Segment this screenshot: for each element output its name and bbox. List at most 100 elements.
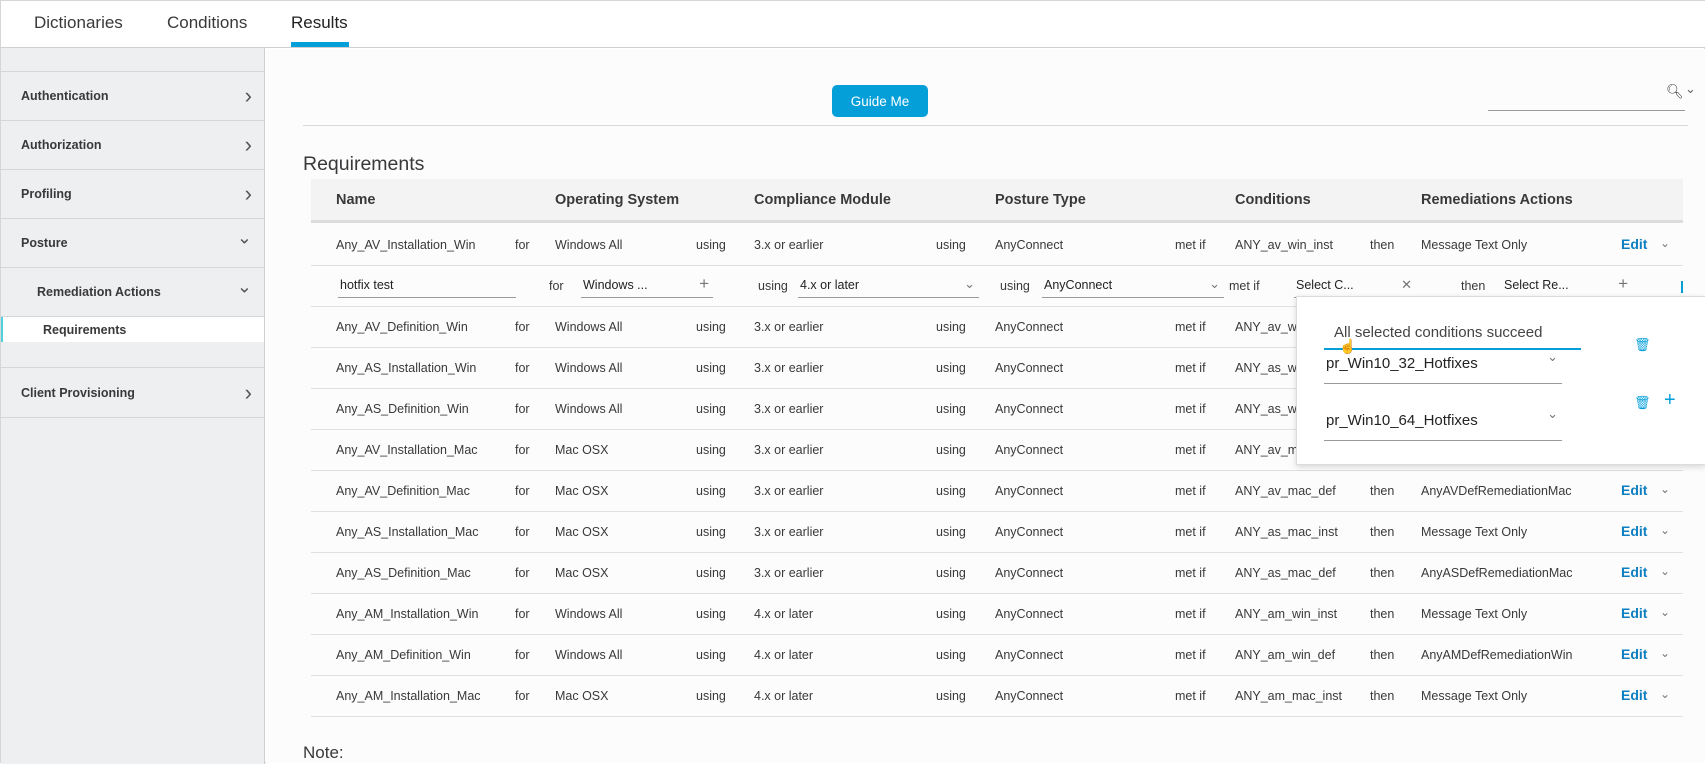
compliance-module: 3.x or earlier (754, 566, 824, 580)
edit-button[interactable]: Edit (1621, 605, 1647, 621)
chevron-down-icon[interactable]: ⌄ (1660, 687, 1670, 701)
met-if-label: met if (1175, 689, 1206, 703)
sidebar-item-label: Client Provisioning (21, 385, 135, 400)
using-label: using (696, 525, 726, 539)
operating-system: Windows All (555, 402, 623, 416)
for-label: for (515, 402, 530, 416)
edit-button[interactable]: Edit (1621, 482, 1647, 498)
for-label: for (549, 279, 564, 293)
add-os-icon: + (699, 274, 709, 293)
edit-button[interactable]: Edit (1621, 236, 1647, 252)
then-label: then (1370, 525, 1395, 539)
sidebar-item-label: Authentication (21, 89, 109, 103)
edit-button[interactable]: Edit (1621, 523, 1647, 539)
requirement-name: Any_AS_Definition_Win (336, 402, 469, 416)
active-tab-indicator (291, 42, 349, 47)
using-label: using (696, 607, 726, 621)
note-heading: Note: (303, 743, 344, 762)
chevron-down-icon[interactable]: ⌄ (1660, 564, 1670, 578)
clear-icon: ✕ (1401, 277, 1412, 292)
conditions: ANY_as_mac_def (1235, 566, 1336, 580)
chevron-down-icon: ⌄ (1547, 349, 1558, 364)
column-header-conditions: Conditions (1235, 192, 1311, 208)
posture-type: AnyConnect (995, 648, 1064, 662)
sidebar-item-profiling[interactable]: Profiling › (1, 170, 264, 219)
tab-conditions[interactable]: Conditions (167, 13, 247, 33)
table-row: Any_AS_Definition_Mac for Mac OSX using … (311, 553, 1683, 594)
posture-type-select[interactable]: AnyConnect ⌄ (1042, 274, 1224, 298)
add-remediation-icon: + (1618, 274, 1628, 293)
cursor-hand-icon: ☝ (1339, 338, 1357, 354)
operating-system: Windows All (555, 648, 623, 662)
search-input[interactable] (1488, 110, 1685, 111)
then-label: then (1370, 607, 1395, 621)
edit-button[interactable]: Edit (1621, 687, 1647, 703)
requirement-name: Any_AV_Installation_Mac (336, 443, 478, 457)
compliance-module: 3.x or earlier (754, 443, 824, 457)
chevron-right-icon: › (244, 83, 252, 108)
chevron-down-icon[interactable]: ⌄ (1660, 482, 1670, 496)
edit-button[interactable]: Edit (1621, 564, 1647, 580)
condition-select-2[interactable]: pr_Win10_64_Hotfixes ⌄ (1324, 394, 1562, 441)
name-input[interactable]: hotfix test (338, 274, 516, 298)
using-label: using (936, 525, 966, 539)
using-label: using (758, 279, 788, 293)
requirement-name: Any_AS_Definition_Mac (336, 566, 471, 580)
chevron-down-icon[interactable]: ⌄ (1660, 236, 1670, 250)
conditions-select[interactable]: Select C... ✕ (1294, 274, 1416, 298)
top-tab-bar: Dictionaries Conditions Results (1, 1, 1705, 48)
sidebar-item-authorization[interactable]: Authorization › (1, 121, 264, 170)
compliance-module-select[interactable]: 4.x or later ⌄ (798, 274, 979, 298)
table-row: Any_AV_Definition_Mac for Mac OSX using … (311, 471, 1683, 512)
met-if-label: met if (1175, 361, 1206, 375)
posture-type: AnyConnect (995, 525, 1064, 539)
for-label: for (515, 607, 530, 621)
sidebar-item-label: Authorization (21, 138, 102, 152)
table-row: Any_AM_Definition_Win for Windows All us… (311, 635, 1683, 676)
met-if-label: met if (1175, 402, 1206, 416)
table-row: Any_AM_Installation_Win for Windows All … (311, 594, 1683, 635)
add-condition-icon[interactable]: + (1664, 389, 1676, 412)
posture-type: AnyConnect (995, 607, 1064, 621)
remediation-action: AnyAMDefRemediationWin (1421, 648, 1573, 662)
os-select[interactable]: Windows ... + (581, 274, 713, 298)
using-label: using (696, 320, 726, 334)
edit-button[interactable]: Edit (1621, 646, 1647, 662)
using-label: using (696, 238, 726, 252)
condition-select-1[interactable]: pr_Win10_32_Hotfixes ⌄ (1324, 337, 1562, 384)
remediation-select[interactable]: Select Re... + (1502, 274, 1632, 298)
search-icon[interactable]: 🔍︎ (1666, 83, 1684, 100)
sidebar-item-requirements[interactable]: Requirements (1, 317, 264, 342)
column-header-posture: Posture Type (995, 192, 1086, 208)
for-label: for (515, 689, 530, 703)
using-label: using (936, 238, 966, 252)
sidebar-item-posture[interactable]: Posture ⌄ (1, 219, 264, 268)
requirement-name: Any_AM_Definition_Win (336, 648, 471, 662)
sidebar-item-client-provisioning[interactable]: Client Provisioning › (1, 367, 264, 418)
conditions: ANY_as_mac_inst (1235, 525, 1338, 539)
tab-dictionaries[interactable]: Dictionaries (34, 13, 123, 33)
using-label: using (936, 607, 966, 621)
sidebar-item-label: Profiling (21, 187, 72, 201)
chevron-down-icon[interactable]: ⌄ (1660, 523, 1670, 537)
conditions: ANY_as_w (1235, 402, 1297, 416)
search-dropdown-chevron-icon[interactable]: ⌄ (1685, 81, 1696, 97)
conditions: ANY_as_w (1235, 361, 1297, 375)
table-header: Name Operating System Compliance Module … (311, 179, 1683, 223)
requirement-name: Any_AV_Installation_Win (336, 238, 476, 252)
sidebar-item-authentication[interactable]: Authentication › (1, 72, 264, 121)
sidebar-item-remediation-actions[interactable]: Remediation Actions ⌄ (1, 268, 264, 317)
compliance-module: 3.x or earlier (754, 361, 824, 375)
delete-condition-1-icon[interactable]: 🗑︎ (1634, 337, 1651, 353)
guide-me-button[interactable]: Guide Me (832, 85, 928, 117)
using-label: using (936, 484, 966, 498)
delete-condition-2-icon[interactable]: 🗑︎ (1634, 395, 1651, 411)
chevron-down-icon: ⌄ (1209, 276, 1220, 291)
for-label: for (515, 361, 530, 375)
tab-results[interactable]: Results (291, 13, 348, 33)
operating-system: Mac OSX (555, 484, 609, 498)
chevron-down-icon[interactable]: ⌄ (1660, 646, 1670, 660)
met-if-label: met if (1175, 443, 1206, 457)
chevron-down-icon[interactable]: ⌄ (1660, 605, 1670, 619)
remediation-action: Message Text Only (1421, 525, 1528, 539)
